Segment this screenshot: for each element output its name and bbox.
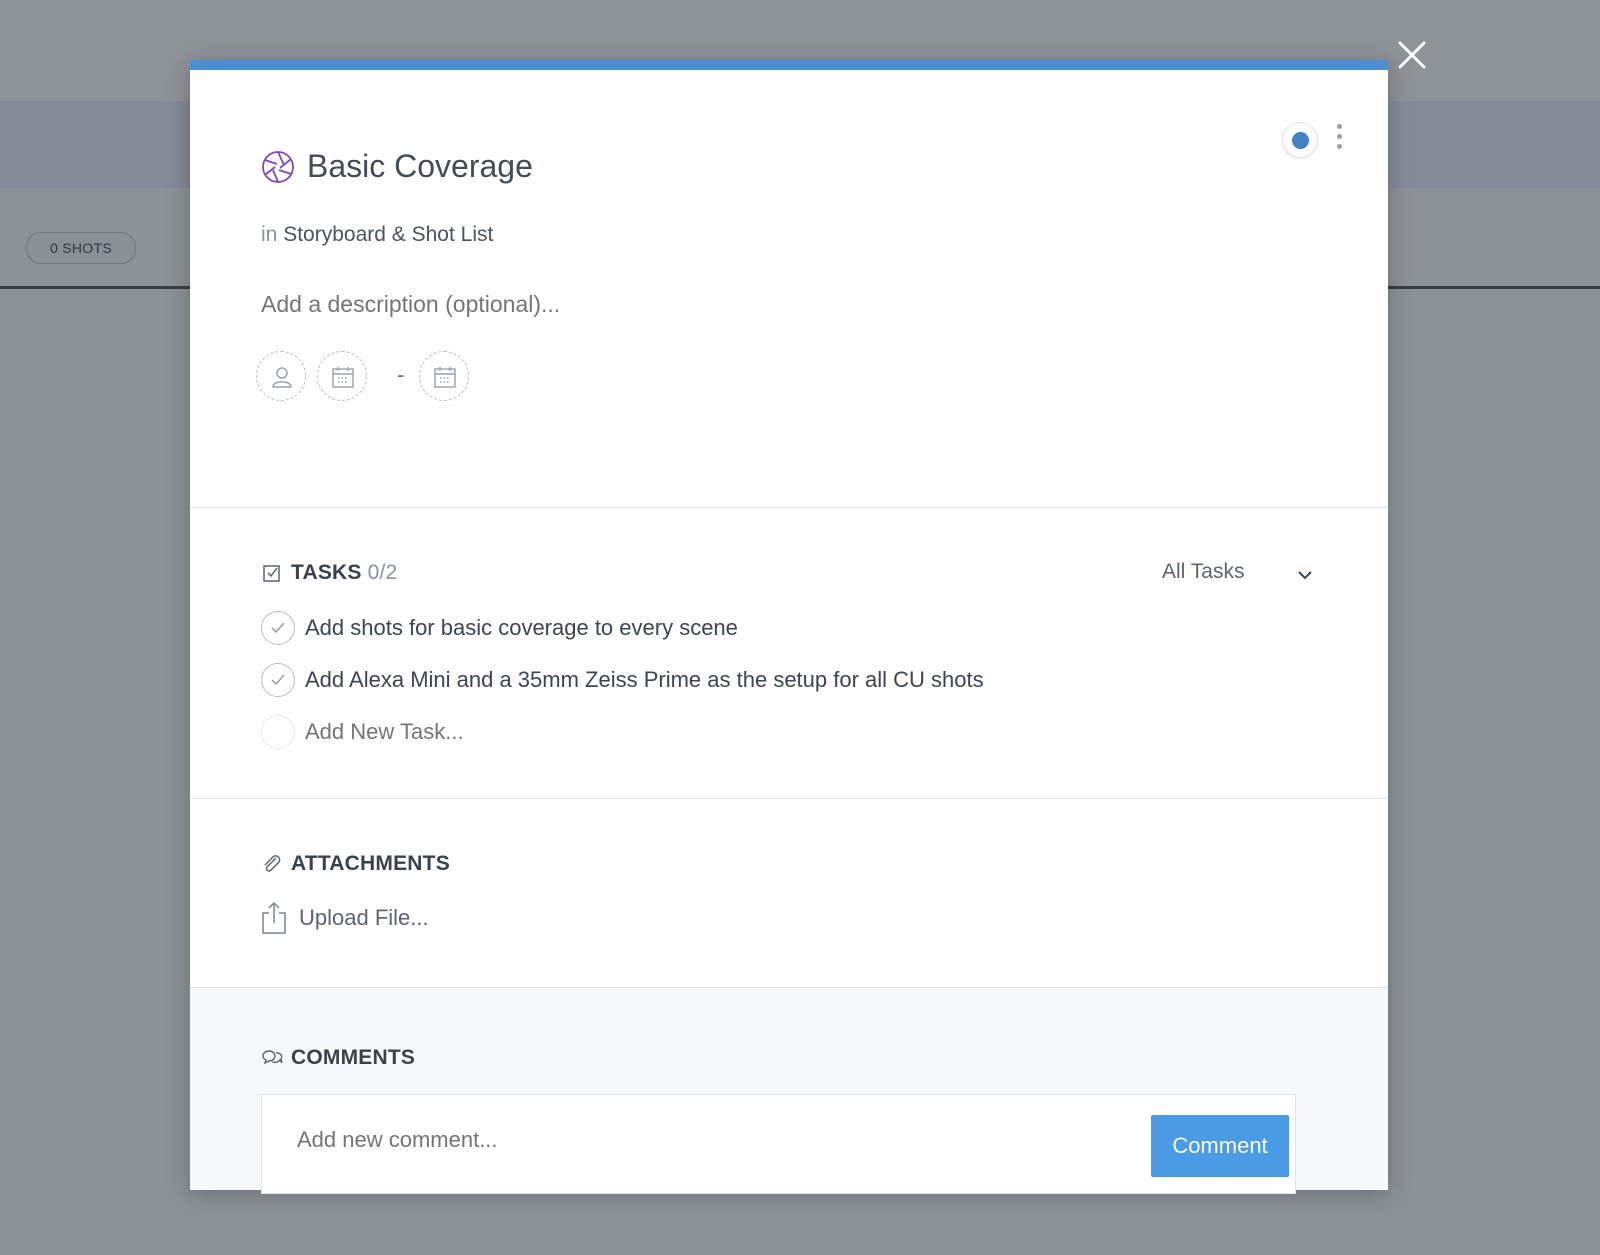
comments-section: COMMENTS Comment [190, 988, 1388, 1194]
attachments-section: ATTACHMENTS Upload File... [190, 799, 1388, 988]
project-link[interactable]: Storyboard & Shot List [283, 223, 493, 246]
comment-box: Comment [261, 1094, 1296, 1194]
modal-accent-bar [190, 60, 1388, 70]
paperclip-icon [262, 854, 282, 879]
checkbox-icon [263, 564, 281, 587]
task-filter-dropdown[interactable]: All Tasks [1162, 560, 1244, 584]
tasks-heading-label: TASKS [291, 561, 362, 584]
modal-header: Basic Coverage in Storyboard & Shot List [190, 70, 1388, 508]
task-detail-modal: Basic Coverage in Storyboard & Shot List [190, 60, 1388, 1194]
project-breadcrumb: in Storyboard & Shot List [261, 220, 493, 250]
comment-button[interactable]: Comment [1151, 1115, 1289, 1177]
upload-file-label: Upload File... [299, 905, 429, 930]
comment-input[interactable] [297, 1127, 1097, 1153]
task-complete-toggle[interactable] [261, 611, 295, 645]
user-icon [272, 367, 292, 388]
speech-bubbles-icon [261, 1048, 283, 1073]
date-range-separator: - [397, 362, 405, 387]
task-text[interactable]: Add Alexa Mini and a 35mm Zeiss Prime as… [305, 665, 984, 695]
status-dot-icon [1292, 132, 1309, 149]
new-task-circle [261, 715, 295, 749]
new-task-input[interactable] [305, 717, 705, 747]
task-text[interactable]: Add shots for basic coverage to every sc… [305, 613, 738, 643]
tasks-section: TASKS 0/2 All Tasks Add shots for basic … [190, 508, 1388, 799]
checkmark-icon [271, 674, 285, 686]
upload-file-button[interactable]: Upload File... [261, 901, 429, 937]
tasks-heading: TASKS 0/2 [291, 561, 397, 585]
description-input[interactable] [261, 288, 1161, 320]
tasks-count: 0/2 [367, 561, 398, 584]
task-complete-toggle[interactable] [261, 663, 295, 697]
calendar-icon [332, 367, 354, 388]
shots-count-badge: 0 SHOTS [26, 232, 136, 264]
start-date-button[interactable] [317, 351, 367, 401]
calendar-icon [434, 367, 456, 388]
page-title[interactable]: Basic Coverage [307, 144, 533, 188]
attachments-heading: ATTACHMENTS [291, 852, 450, 875]
chevron-down-icon[interactable] [1297, 568, 1313, 586]
comments-heading: COMMENTS [291, 1046, 416, 1069]
in-prefix: in [261, 223, 278, 246]
end-date-button[interactable] [419, 351, 469, 401]
upload-icon [262, 901, 286, 934]
checkmark-icon [271, 622, 285, 634]
more-options-icon[interactable] [1332, 124, 1346, 156]
aperture-icon [261, 150, 295, 184]
close-icon[interactable] [1397, 40, 1427, 70]
assign-user-button[interactable] [256, 351, 306, 401]
status-button[interactable] [1282, 122, 1318, 158]
